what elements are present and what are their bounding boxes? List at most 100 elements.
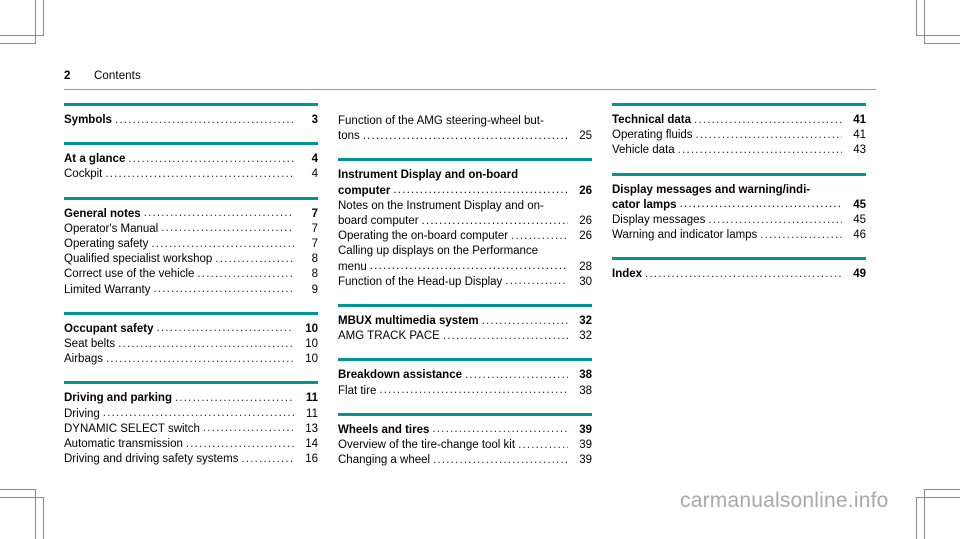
toc-group: MBUX multimedia system..................… [338, 304, 592, 344]
toc-entry-label: Operating safety [64, 238, 149, 251]
toc-entry-label: Overview of the tire-change tool kit [338, 439, 516, 452]
toc-entry-label: Wheels and tires [338, 423, 430, 436]
section-rule [612, 257, 866, 261]
crop-mark-bottom-right [924, 489, 960, 490]
toc-page-number: 39 [579, 454, 592, 467]
toc-leader-dots: ........................................… [128, 152, 294, 165]
toc-entry-label: AMG TRACK PACE [338, 330, 440, 343]
toc-subentry[interactable]: Function of the Head-up Display.........… [338, 275, 592, 290]
toc-entry-label: General notes [64, 207, 141, 220]
toc-page-number: 26 [579, 230, 592, 243]
toc-section-entry[interactable]: Index...................................… [612, 267, 866, 282]
header-divider [64, 89, 876, 90]
toc-subentry[interactable]: Qualified specialist workshop...........… [64, 252, 318, 267]
toc-section-entry[interactable]: MBUX multimedia system..................… [338, 314, 592, 329]
toc-subentry[interactable]: Function of the AMG steering-wheel but-t… [338, 114, 592, 144]
toc-subentry[interactable]: Airbags.................................… [64, 352, 318, 367]
section-rule [338, 358, 592, 362]
toc-subentry[interactable]: DYNAMIC SELECT switch...................… [64, 422, 318, 437]
toc-subentry[interactable]: Changing a wheel........................… [338, 453, 592, 468]
toc-leader-dots: ........................................… [161, 222, 294, 235]
toc-leader-dots: ........................................… [393, 184, 568, 197]
toc-leader-dots: ........................................… [156, 322, 294, 335]
toc-entry-label: Display messages and warning/indi- [612, 183, 811, 196]
toc-subentry[interactable]: Driving.................................… [64, 407, 318, 422]
toc-page-number: 9 [311, 283, 318, 296]
toc-subentry[interactable]: Display messages........................… [612, 213, 866, 228]
toc-leader-dots: ........................................… [105, 167, 294, 180]
toc-entry-label-cont: board computer [338, 215, 419, 228]
toc-leader-dots: ........................................… [433, 453, 568, 466]
toc-subentry[interactable]: Correct use of the vehicle..............… [64, 267, 318, 282]
toc-page-number: 41 [853, 114, 866, 126]
section-rule [338, 158, 592, 162]
toc-subentry[interactable]: Notes on the Instrument Display and on-b… [338, 199, 592, 229]
toc-group: Driving and parking.....................… [64, 381, 318, 467]
toc-page-number: 39 [579, 423, 592, 436]
toc-entry-label: At a glance [64, 153, 126, 166]
toc-section-entry[interactable]: Instrument Display and on-board computer.… [338, 168, 592, 198]
toc-page-number: 10 [305, 353, 318, 366]
toc-page-number: 45 [853, 198, 866, 211]
toc-entry-label: Qualified specialist workshop [64, 253, 213, 266]
toc-section-entry[interactable]: Technical data..........................… [612, 113, 866, 128]
toc-subentry[interactable]: Cockpit.................................… [64, 167, 318, 182]
toc-section-entry[interactable]: General notes...........................… [64, 207, 318, 222]
toc-subentry[interactable]: Operator's Manual.......................… [64, 222, 318, 237]
toc-leader-dots: ........................................… [677, 143, 842, 156]
toc-leader-dots: ........................................… [518, 438, 568, 451]
toc-page-number: 32 [579, 330, 592, 343]
toc-entry-label: Driving [64, 407, 100, 420]
toc-subentry[interactable]: AMG TRACK PACE..........................… [338, 329, 592, 344]
toc-leader-dots: ........................................… [118, 337, 294, 350]
toc-leader-dots: ........................................… [679, 198, 842, 211]
toc-section-entry[interactable]: At a glance.............................… [64, 152, 318, 167]
toc-subentry[interactable]: Operating the on-board computer.........… [338, 229, 592, 244]
toc-section-entry[interactable]: Driving and parking.....................… [64, 391, 318, 406]
toc-subentry[interactable]: Operating safety........................… [64, 237, 318, 252]
toc-subentry[interactable]: Warning and indicator lamps.............… [612, 228, 866, 243]
crop-mark-top-right [916, 35, 960, 36]
toc-subentry[interactable]: Vehicle data............................… [612, 143, 866, 158]
toc-entry-label-cont: cator lamps [612, 198, 677, 211]
section-rule [612, 103, 866, 106]
crop-mark-top-right [924, 0, 925, 44]
toc-section-entry[interactable]: Occupant safety.........................… [64, 322, 318, 337]
toc-section-entry[interactable]: Breakdown assistance....................… [338, 368, 592, 383]
toc-subentry[interactable]: Automatic transmission..................… [64, 437, 318, 452]
toc-entry-label: Breakdown assistance [338, 369, 463, 382]
toc-subentry[interactable]: Seat belts..............................… [64, 337, 318, 352]
toc-entry-label: Notes on the Instrument Display and on- [338, 199, 544, 212]
toc-group: Instrument Display and on-board computer.… [338, 158, 592, 290]
section-rule [64, 103, 318, 106]
toc-subentry[interactable]: Calling up displays on the Performance me… [338, 244, 592, 274]
toc-entry-label: Cockpit [64, 168, 103, 181]
table-of-contents: Symbols.................................… [64, 103, 876, 482]
toc-subentry[interactable]: Flat tire...............................… [338, 384, 592, 399]
toc-section-entry[interactable]: Symbols.................................… [64, 113, 318, 128]
toc-group: Index...................................… [612, 257, 866, 282]
toc-page-number: 25 [579, 130, 592, 143]
toc-group: Occupant safety.........................… [64, 311, 318, 368]
toc-section-entry[interactable]: Wheels and tires........................… [338, 423, 592, 438]
toc-subentry[interactable]: Overview of the tire-change tool kit....… [338, 438, 592, 453]
toc-group: Breakdown assistance....................… [338, 358, 592, 398]
toc-subentry[interactable]: Operating fluids........................… [612, 128, 866, 143]
toc-page-number: 43 [853, 144, 866, 157]
crop-mark-top-left [43, 0, 44, 36]
crop-mark-top-left [0, 43, 36, 44]
toc-subentry[interactable]: Driving and driving safety systems......… [64, 452, 318, 467]
toc-leader-dots: ........................................… [202, 422, 294, 435]
toc-page-number: 7 [311, 207, 318, 220]
toc-subentry[interactable]: Limited Warranty........................… [64, 283, 318, 298]
toc-leader-dots: ........................................… [143, 207, 294, 220]
toc-leader-dots: ........................................… [102, 407, 294, 420]
toc-page-number: 7 [311, 222, 318, 235]
toc-section-entry[interactable]: Display messages and warning/indi-cator … [612, 183, 866, 213]
toc-page-number: 10 [305, 338, 318, 351]
column-1: Symbols.................................… [64, 103, 318, 482]
toc-leader-dots: ........................................… [197, 267, 294, 280]
toc-leader-dots: ........................................… [421, 214, 568, 227]
toc-leader-dots: ........................................… [185, 437, 294, 450]
